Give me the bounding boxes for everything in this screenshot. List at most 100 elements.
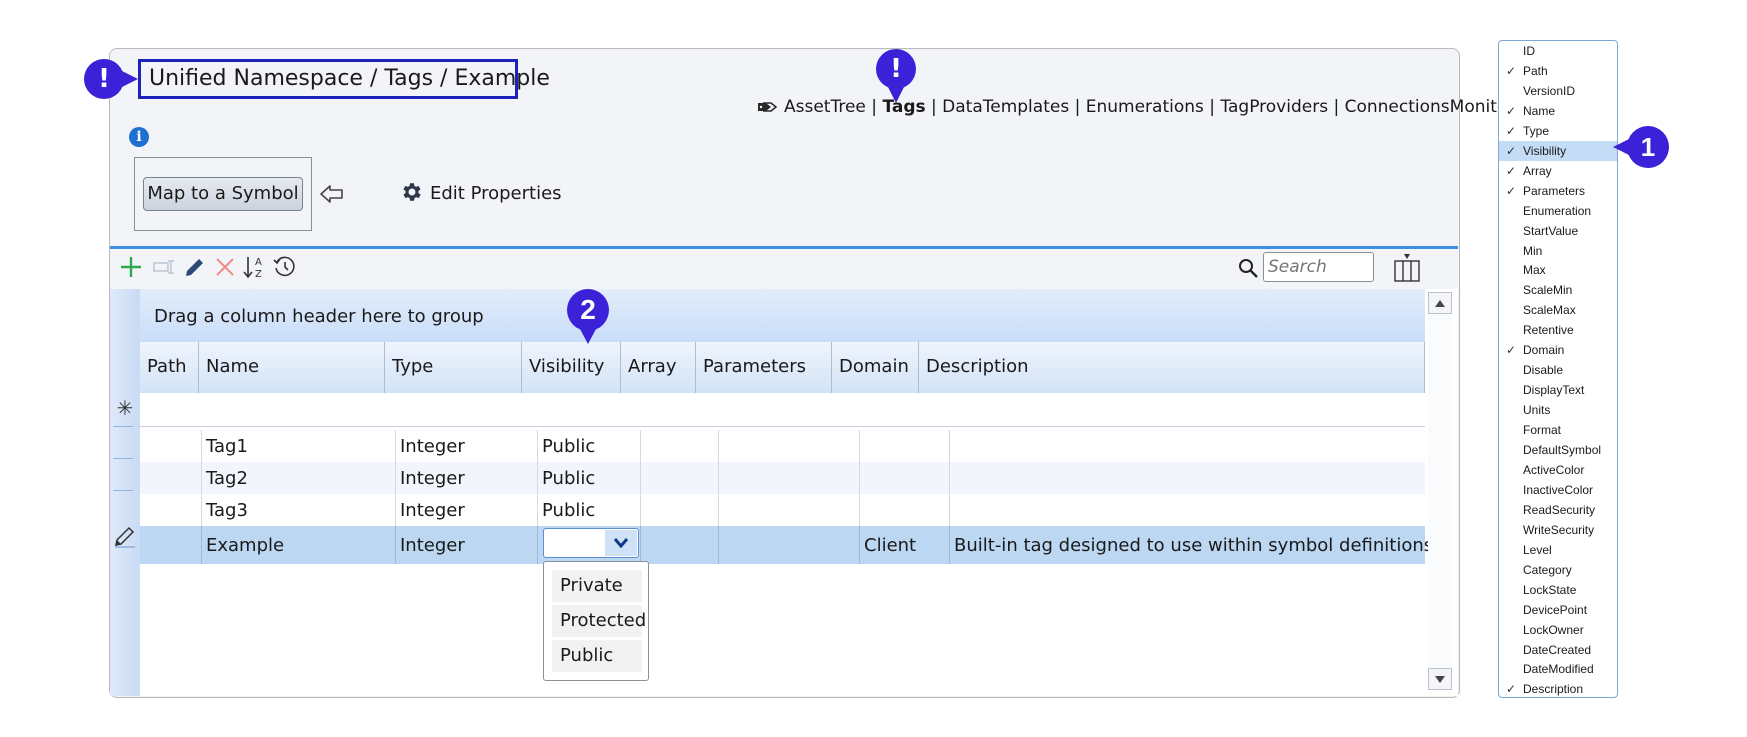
- column-option-datemodified[interactable]: DateModified: [1499, 659, 1617, 679]
- cell-path[interactable]: [140, 526, 202, 564]
- cell-array[interactable]: [641, 526, 719, 564]
- cell-visibility[interactable]: Public: [538, 494, 641, 526]
- cell-parameters[interactable]: [719, 462, 860, 494]
- table-row[interactable]: Tag2 Integer Public: [140, 462, 1425, 494]
- column-option-startvalue[interactable]: StartValue: [1499, 221, 1617, 241]
- dropdown-option-protected[interactable]: Protected: [552, 605, 646, 637]
- column-option-type[interactable]: ✓ Type: [1499, 121, 1617, 141]
- scroll-down-button[interactable]: [1428, 668, 1452, 690]
- cell-path[interactable]: [140, 430, 202, 462]
- column-option-id[interactable]: ID: [1499, 41, 1617, 61]
- cell-path[interactable]: [140, 494, 202, 526]
- cell-name[interactable]: Tag2: [202, 462, 396, 494]
- column-option-activecolor[interactable]: ActiveColor: [1499, 460, 1617, 480]
- cell-parameters[interactable]: [719, 430, 860, 462]
- column-option-inactivecolor[interactable]: InactiveColor: [1499, 480, 1617, 500]
- cell-domain[interactable]: Client: [860, 526, 950, 564]
- column-header-domain[interactable]: Domain: [832, 342, 919, 393]
- column-header-path[interactable]: Path: [140, 342, 199, 393]
- column-option-writesecurity[interactable]: WriteSecurity: [1499, 520, 1617, 540]
- nav-link-enumerations[interactable]: Enumerations: [1086, 97, 1204, 117]
- cell-path[interactable]: [140, 462, 202, 494]
- nav-link-connectionsmonitor[interactable]: ConnectionsMonitor: [1345, 97, 1515, 117]
- cell-description[interactable]: [950, 494, 1425, 526]
- column-option-units[interactable]: Units: [1499, 400, 1617, 420]
- search-input[interactable]: [1263, 252, 1374, 282]
- column-option-name[interactable]: ✓ Name: [1499, 101, 1617, 121]
- dropdown-option-public[interactable]: Public: [552, 640, 642, 672]
- table-row-selected[interactable]: Example Integer Client Built-in tag desi…: [140, 526, 1433, 564]
- delete-icon[interactable]: [212, 254, 238, 280]
- column-option-disable[interactable]: Disable: [1499, 360, 1617, 380]
- column-header-type[interactable]: Type: [385, 342, 522, 393]
- cell-array[interactable]: [641, 430, 719, 462]
- add-icon[interactable]: [118, 254, 144, 280]
- column-option-level[interactable]: Level: [1499, 540, 1617, 560]
- cell-domain[interactable]: [860, 430, 950, 462]
- edit-properties-button[interactable]: Edit Properties: [400, 180, 562, 204]
- column-header-parameters[interactable]: Parameters: [696, 342, 832, 393]
- cell-parameters[interactable]: [719, 526, 860, 564]
- table-row[interactable]: Tag1 Integer Public: [140, 430, 1425, 462]
- cell-name[interactable]: Tag1: [202, 430, 396, 462]
- cell-visibility[interactable]: Public: [538, 462, 641, 494]
- column-option-readsecurity[interactable]: ReadSecurity: [1499, 500, 1617, 520]
- edit-icon[interactable]: [182, 254, 208, 280]
- column-option-lockstate[interactable]: LockState: [1499, 580, 1617, 600]
- cell-parameters[interactable]: [719, 494, 860, 526]
- info-icon[interactable]: i: [129, 127, 149, 147]
- dropdown-option-private[interactable]: Private: [552, 570, 642, 602]
- vertical-scrollbar[interactable]: [1428, 314, 1452, 668]
- column-option-retentive[interactable]: Retentive: [1499, 320, 1617, 340]
- column-option-scalemin[interactable]: ScaleMin: [1499, 280, 1617, 300]
- cell-type[interactable]: Integer: [396, 430, 538, 462]
- new-item-row[interactable]: [140, 393, 1425, 427]
- cell-description[interactable]: [950, 462, 1425, 494]
- cell-domain[interactable]: [860, 462, 950, 494]
- column-option-visibility[interactable]: ✓ Visibility: [1499, 140, 1617, 161]
- cell-array[interactable]: [641, 494, 719, 526]
- cell-visibility[interactable]: Public: [538, 430, 641, 462]
- cell-type[interactable]: Integer: [396, 494, 538, 526]
- column-chooser-icon[interactable]: [1392, 253, 1422, 283]
- column-option-min[interactable]: Min: [1499, 241, 1617, 261]
- cell-description[interactable]: Built-in tag designed to use within symb…: [950, 526, 1433, 564]
- column-option-domain[interactable]: ✓ Domain: [1499, 340, 1617, 360]
- column-option-parameters[interactable]: ✓ Parameters: [1499, 181, 1617, 201]
- chevron-down-icon[interactable]: [605, 530, 637, 556]
- nav-link-assettree[interactable]: AssetTree: [784, 97, 866, 117]
- cell-array[interactable]: [641, 462, 719, 494]
- column-option-lockowner[interactable]: LockOwner: [1499, 620, 1617, 640]
- column-header-visibility[interactable]: Visibility: [522, 342, 621, 393]
- search-icon[interactable]: [1237, 257, 1259, 279]
- column-option-enumeration[interactable]: Enumeration: [1499, 201, 1617, 221]
- visibility-combobox[interactable]: [543, 528, 639, 558]
- column-option-devicepoint[interactable]: DevicePoint: [1499, 600, 1617, 620]
- cell-name[interactable]: Tag3: [202, 494, 396, 526]
- cell-type[interactable]: Integer: [396, 462, 538, 494]
- column-option-displaytext[interactable]: DisplayText: [1499, 380, 1617, 400]
- scroll-up-button[interactable]: [1428, 292, 1452, 314]
- group-panel[interactable]: Drag a column header here to group: [140, 289, 1425, 342]
- column-header-name[interactable]: Name: [199, 342, 385, 393]
- column-option-scalemax[interactable]: ScaleMax: [1499, 300, 1617, 320]
- cell-domain[interactable]: [860, 494, 950, 526]
- column-option-array[interactable]: ✓ Array: [1499, 161, 1617, 181]
- column-option-format[interactable]: Format: [1499, 420, 1617, 440]
- sort-az-icon[interactable]: A Z: [242, 254, 268, 280]
- nav-link-datatemplates[interactable]: DataTemplates: [942, 97, 1069, 117]
- column-option-defaultsymbol[interactable]: DefaultSymbol: [1499, 440, 1617, 460]
- rename-icon[interactable]: [152, 254, 178, 280]
- nav-link-tagproviders[interactable]: TagProviders: [1220, 97, 1328, 117]
- column-option-max[interactable]: Max: [1499, 260, 1617, 280]
- history-icon[interactable]: [272, 254, 298, 280]
- cell-type[interactable]: Integer: [396, 526, 538, 564]
- nav-link-tags[interactable]: Tags: [882, 97, 925, 117]
- column-option-path[interactable]: ✓ Path: [1499, 61, 1617, 81]
- column-header-array[interactable]: Array: [621, 342, 696, 393]
- cell-description[interactable]: [950, 430, 1425, 462]
- arrow-left-icon[interactable]: [319, 183, 345, 205]
- cell-name[interactable]: Example: [202, 526, 396, 564]
- column-option-datecreated[interactable]: DateCreated: [1499, 640, 1617, 660]
- map-to-symbol-button[interactable]: Map to a Symbol: [143, 177, 303, 211]
